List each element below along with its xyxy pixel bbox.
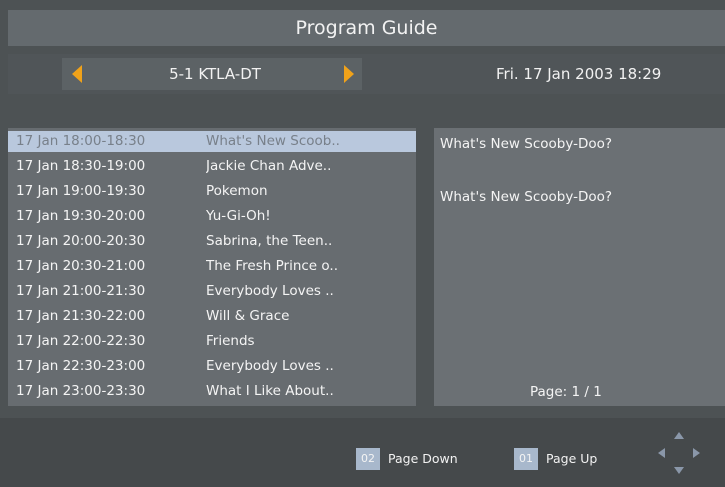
list-item-time: 17 Jan 22:00-22:30 [16, 333, 146, 349]
list-item-program: Everybody Loves .. [206, 283, 334, 299]
list-item-time: 17 Jan 22:30-23:00 [16, 358, 146, 374]
page-up-key-badge[interactable]: 01 [514, 448, 538, 470]
left-arrow-icon[interactable] [72, 65, 82, 83]
list-item-program: Will & Grace [206, 308, 290, 324]
list-item-time: 17 Jan 23:00-23:30 [16, 383, 146, 399]
list-item[interactable]: 17 Jan 21:00-21:30 Everybody Loves .. [8, 281, 416, 302]
page-down-key-badge[interactable]: 02 [356, 448, 380, 470]
list-item-time: 17 Jan 18:30-19:00 [16, 158, 146, 174]
program-title: What's New Scooby-Doo? [440, 136, 613, 152]
list-item-program: Everybody Loves .. [206, 358, 334, 374]
current-datetime: Fri. 17 Jan 2003 18:29 [496, 65, 662, 83]
list-item[interactable]: 17 Jan 19:00-19:30 Pokemon [8, 181, 416, 202]
list-item-time: 17 Jan 20:30-21:00 [16, 258, 146, 274]
program-info-panel [434, 128, 725, 406]
list-item[interactable]: 17 Jan 19:30-20:00 Yu-Gi-Oh! [8, 206, 416, 227]
list-item-program: Sabrina, the Teen.. [206, 233, 333, 249]
list-item-program: Jackie Chan Adve.. [206, 158, 332, 174]
list-item-time: 17 Jan 21:00-21:30 [16, 283, 146, 299]
list-item[interactable]: 17 Jan 22:00-22:30 Friends [8, 331, 416, 352]
list-item-time: 17 Jan 19:30-20:00 [16, 208, 146, 224]
list-item-program: Pokemon [206, 183, 268, 199]
list-item-program: What's New Scoob.. [206, 133, 340, 149]
list-item-time: 17 Jan 18:00-18:30 [16, 133, 146, 149]
navigation-cross-icon [658, 432, 700, 474]
channel-name: 5-1 KTLA-DT [169, 65, 261, 83]
page-down-label[interactable]: Page Down [388, 448, 458, 470]
list-item-program: Yu-Gi-Oh! [206, 208, 271, 224]
list-item[interactable]: 17 Jan 22:30-23:00 Everybody Loves .. [8, 356, 416, 377]
page-title: Program Guide [8, 10, 725, 46]
list-item-time: 17 Jan 21:30-22:00 [16, 308, 146, 324]
list-item-program: What I Like About.. [206, 383, 334, 399]
list-item[interactable]: 17 Jan 20:00-20:30 Sabrina, the Teen.. [8, 231, 416, 252]
list-item[interactable]: 17 Jan 18:30-19:00 Jackie Chan Adve.. [8, 156, 416, 177]
page-up-label[interactable]: Page Up [546, 448, 597, 470]
list-item-time: 17 Jan 20:00-20:30 [16, 233, 146, 249]
list-item[interactable]: 17 Jan 18:00-18:30 What's New Scoob.. [8, 131, 416, 152]
right-arrow-icon[interactable] [344, 65, 354, 83]
list-item[interactable]: 17 Jan 21:30-22:00 Will & Grace [8, 306, 416, 327]
program-description: What's New Scooby-Doo? [440, 189, 613, 205]
list-item-program: Friends [206, 333, 255, 349]
list-item-time: 17 Jan 19:00-19:30 [16, 183, 146, 199]
list-item[interactable]: 17 Jan 20:30-21:00 The Fresh Prince o.. [8, 256, 416, 277]
list-item[interactable]: 17 Jan 23:00-23:30 What I Like About.. [8, 381, 416, 402]
program-guide-screen: Program Guide 5-1 KTLA-DT Fri. 17 Jan 20… [0, 0, 725, 487]
page-indicator: Page: 1 / 1 [530, 384, 602, 400]
list-item-program: The Fresh Prince o.. [206, 258, 339, 274]
